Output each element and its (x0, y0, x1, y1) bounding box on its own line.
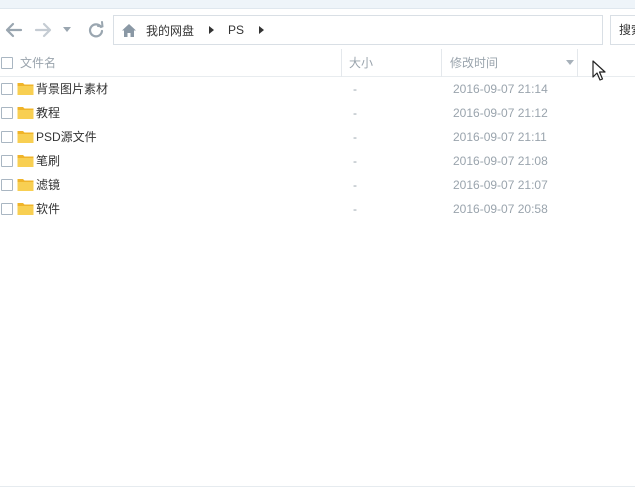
history-dropdown-icon[interactable] (60, 19, 74, 41)
toolbar: 我的网盘 PS 搜索 (0, 9, 635, 49)
home-icon[interactable] (120, 21, 138, 39)
search-input[interactable]: 搜索 (610, 15, 635, 45)
file-size: - (353, 82, 357, 96)
forward-arrow-icon[interactable] (32, 19, 54, 41)
status-divider (0, 486, 635, 487)
file-size: - (353, 106, 357, 120)
column-header-modified[interactable]: 修改时间 (450, 49, 498, 77)
file-name[interactable]: PSD源文件 (36, 125, 97, 149)
column-header-name[interactable]: 文件名 (20, 49, 56, 77)
file-row[interactable]: 教程 - 2016-09-07 21:12 (0, 101, 635, 125)
row-checkbox[interactable] (1, 179, 13, 191)
folder-icon (17, 155, 34, 167)
row-checkbox[interactable] (1, 131, 13, 143)
select-all-checkbox[interactable] (1, 57, 13, 69)
row-checkbox[interactable] (1, 107, 13, 119)
file-modified: 2016-09-07 21:07 (453, 178, 548, 192)
file-size: - (353, 130, 357, 144)
breadcrumb-current[interactable]: PS (224, 23, 248, 37)
folder-icon (17, 131, 34, 143)
address-bar[interactable]: 我的网盘 PS (113, 15, 603, 45)
file-size: - (353, 154, 357, 168)
file-name[interactable]: 软件 (36, 197, 60, 221)
file-name[interactable]: 教程 (36, 101, 60, 125)
file-name[interactable]: 滤镜 (36, 173, 60, 197)
mouse-cursor-icon (592, 60, 606, 81)
file-modified: 2016-09-07 21:12 (453, 106, 548, 120)
breadcrumb-root[interactable]: 我的网盘 (142, 22, 198, 39)
back-arrow-icon[interactable] (3, 19, 25, 41)
file-row[interactable]: 软件 - 2016-09-07 20:58 (0, 197, 635, 221)
file-list-header: 文件名 大小 修改时间 (0, 49, 635, 77)
file-modified: 2016-09-07 21:08 (453, 154, 548, 168)
file-row[interactable]: 背景图片素材 - 2016-09-07 21:14 (0, 77, 635, 101)
column-divider[interactable] (577, 49, 578, 77)
refresh-icon[interactable] (85, 19, 107, 41)
file-row[interactable]: PSD源文件 - 2016-09-07 21:11 (0, 125, 635, 149)
file-modified: 2016-09-07 21:11 (453, 130, 547, 144)
file-name[interactable]: 笔刷 (36, 149, 60, 173)
row-checkbox[interactable] (1, 155, 13, 167)
column-divider[interactable] (441, 49, 442, 77)
column-header-size[interactable]: 大小 (349, 49, 373, 77)
file-modified: 2016-09-07 20:58 (453, 202, 548, 216)
row-checkbox[interactable] (1, 203, 13, 215)
folder-icon (17, 179, 34, 191)
folder-icon (17, 83, 34, 95)
file-row[interactable]: 笔刷 - 2016-09-07 21:08 (0, 149, 635, 173)
breadcrumb-arrow-icon[interactable] (204, 23, 218, 37)
file-name[interactable]: 背景图片素材 (36, 77, 108, 101)
file-modified: 2016-09-07 21:14 (453, 82, 548, 96)
breadcrumb-arrow-icon[interactable] (254, 23, 268, 37)
row-checkbox[interactable] (1, 83, 13, 95)
window-top-strip (0, 0, 635, 9)
file-size: - (353, 178, 357, 192)
file-size: - (353, 202, 357, 216)
folder-icon (17, 107, 34, 119)
file-row[interactable]: 滤镜 - 2016-09-07 21:07 (0, 173, 635, 197)
folder-icon (17, 203, 34, 215)
sort-descending-icon[interactable] (566, 60, 574, 65)
column-divider[interactable] (341, 49, 342, 77)
